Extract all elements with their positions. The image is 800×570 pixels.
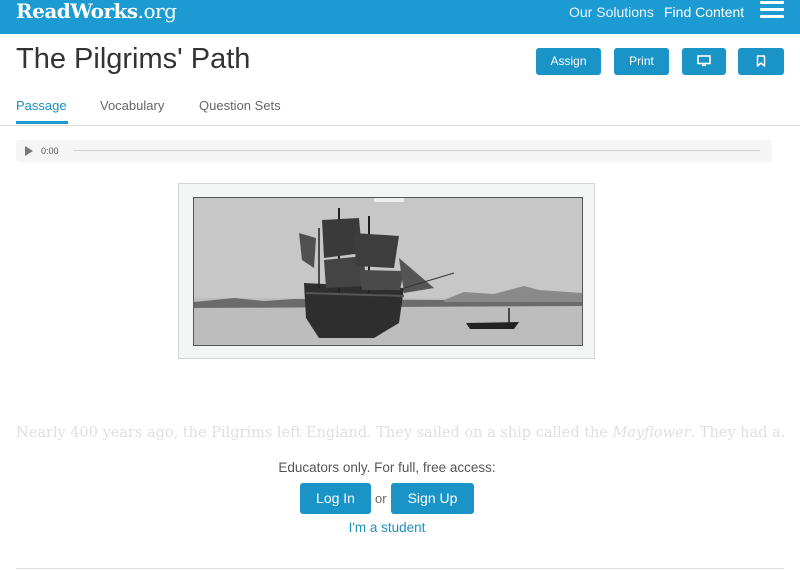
tab-question-sets[interactable]: Question Sets [199, 98, 281, 114]
ship-illustration [194, 198, 582, 345]
passage-image-frame [178, 183, 595, 359]
monitor-icon [697, 55, 711, 67]
bookmark-icon [756, 55, 766, 67]
passage-excerpt: Nearly 400 years ago, the Pilgrims left … [16, 424, 786, 442]
top-navigation-bar: ReadWorks.org Our Solutions Find Content [0, 0, 800, 34]
present-button[interactable] [682, 48, 726, 75]
or-text: or [375, 491, 387, 506]
divider [16, 568, 784, 569]
tab-vocabulary[interactable]: Vocabulary [100, 98, 164, 114]
tab-passage[interactable]: Passage [16, 98, 67, 114]
passage-text-end: . They had a... [690, 425, 786, 441]
access-prompt: Educators only. For full, free access: [278, 460, 496, 475]
passage-ship-name: Mayflower [612, 425, 691, 441]
logo-main-text: ReadWorks [16, 0, 138, 23]
nav-find-content[interactable]: Find Content [664, 3, 744, 21]
logo-tld-text: .org [137, 0, 177, 23]
active-tab-indicator [16, 121, 68, 124]
login-button[interactable]: Log In [300, 483, 371, 514]
tab-bar: Passage Vocabulary Question Sets [0, 95, 800, 126]
student-link[interactable]: I'm a student [0, 520, 774, 536]
signup-button[interactable]: Sign Up [391, 483, 474, 514]
passage-text-start: Nearly 400 years ago, the Pilgrims left … [16, 425, 613, 441]
ship-photo [193, 197, 583, 346]
audio-player: 0:00 [16, 140, 772, 162]
nav-our-solutions[interactable]: Our Solutions [569, 3, 654, 21]
audio-progress-track[interactable] [74, 150, 760, 151]
hamburger-menu-icon[interactable] [760, 1, 784, 19]
play-icon[interactable] [25, 146, 33, 156]
bookmark-button[interactable] [738, 48, 784, 75]
page-title: The Pilgrims' Path [16, 43, 251, 75]
audio-time: 0:00 [41, 146, 59, 156]
readworks-logo[interactable]: ReadWorks.org [16, 0, 177, 23]
print-button[interactable]: Print [614, 48, 669, 75]
assign-button[interactable]: Assign [536, 48, 601, 75]
